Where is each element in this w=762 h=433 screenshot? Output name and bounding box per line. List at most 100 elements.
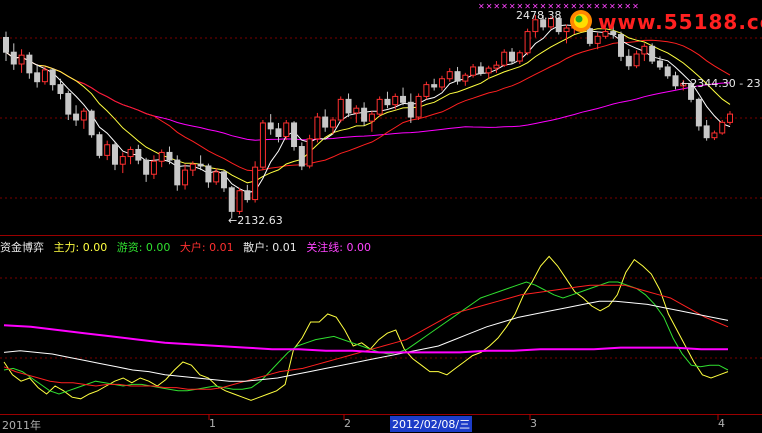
candle-body (143, 159, 150, 175)
candle-body (3, 36, 9, 53)
candle-body (166, 151, 173, 161)
candle-body (213, 171, 220, 183)
candle-body (298, 146, 305, 167)
candle-body (174, 159, 181, 186)
candle-body (259, 122, 266, 168)
ma60-line (5, 51, 731, 141)
xaxis-label-m1: 1 (209, 417, 216, 430)
candle-body (104, 144, 111, 156)
candle-body (470, 66, 477, 76)
candle-body (664, 66, 671, 77)
candle-body (80, 110, 87, 121)
candle-body (438, 78, 445, 88)
indicator-line-关注线 (3, 324, 728, 354)
candle-body (695, 98, 702, 127)
candle-body (150, 160, 157, 175)
candle-body (119, 156, 126, 165)
candle-body (633, 53, 640, 67)
logo-text: www.55188.com (598, 10, 762, 34)
xaxis-label-start: 2011年 (2, 419, 41, 432)
candle-body (446, 71, 453, 80)
candle-body (189, 163, 196, 171)
candle-body (727, 113, 733, 123)
site-logo[interactable]: www.55188.com (568, 8, 762, 34)
candle-body (236, 190, 243, 212)
candle-body (516, 52, 523, 62)
candle-body (57, 84, 64, 94)
xaxis-label-m3: 3 (530, 417, 537, 430)
candle-body (244, 190, 251, 201)
candle-body (524, 31, 531, 54)
legend-sanhu: 散户: 0.01 (243, 241, 297, 254)
low-annotation: ←2132.63 (228, 214, 283, 227)
candle-body (477, 66, 484, 74)
candle-body (135, 148, 142, 161)
candle-body (283, 122, 290, 138)
high-annotation: 2478.38 (516, 9, 562, 22)
xaxis-label-m2: 2 (344, 417, 351, 430)
candle-body (641, 45, 648, 55)
legend-dahu: 大户: 0.01 (179, 241, 234, 254)
candle-body (291, 122, 298, 148)
candle-body (127, 148, 134, 158)
candle-body (501, 51, 508, 66)
candle-body (493, 64, 500, 69)
candle-body (353, 107, 360, 114)
candle-body (205, 165, 212, 183)
candle-body (415, 95, 422, 118)
candle-body (65, 92, 72, 115)
candle-body (376, 98, 383, 115)
candle-body (18, 54, 25, 65)
candle-body (26, 54, 33, 74)
candle-body (703, 125, 710, 139)
candle-body (368, 113, 375, 122)
candle-body (10, 51, 17, 65)
candle-body (252, 166, 259, 201)
indicator-legend: 资金博弈 主力: 0.00 游资: 0.00 大户: 0.01 散户: 0.01… (0, 239, 377, 255)
candle-body (306, 138, 313, 167)
candle-body (594, 35, 601, 44)
candle-body (329, 119, 336, 128)
candle-body (719, 121, 726, 134)
candle-body (485, 67, 492, 74)
candle-body (431, 84, 438, 88)
chart-canvas (0, 15, 762, 420)
candle-body (509, 51, 516, 62)
candle-body (96, 134, 103, 156)
candle-body (656, 60, 663, 68)
candle-body (454, 71, 461, 82)
candle-body (111, 144, 118, 165)
xaxis-label-m4: 4 (718, 417, 725, 430)
legend-guanzhu: 关注线: 0.00 (306, 241, 372, 254)
main-panel (3, 15, 733, 219)
candle-body (275, 128, 282, 138)
candle-body (625, 55, 632, 67)
candle-body (400, 95, 407, 103)
legend-youzi: 游资: 0.00 (116, 241, 171, 254)
candle-body (392, 95, 399, 106)
swirl-icon (570, 10, 592, 32)
candle-body (49, 69, 56, 86)
candle-body (34, 72, 41, 83)
indicator-line-游资 (3, 281, 729, 395)
candle-body (322, 116, 329, 128)
legend-title: 资金博弈 (0, 241, 44, 254)
candle-body (197, 163, 204, 167)
candle-body (314, 116, 321, 140)
legend-zhuli: 主力: 0.00 (53, 241, 108, 254)
ma60-path (5, 51, 731, 141)
candle-body (711, 132, 718, 139)
candle-body (73, 113, 80, 121)
candle-body (649, 45, 656, 62)
candle-body (337, 98, 344, 121)
grid (0, 37, 762, 420)
candle-body (423, 84, 430, 97)
candle-body (384, 98, 391, 106)
last-annotation: ←2344.30 - 23 (681, 77, 761, 90)
candle-body (672, 75, 679, 87)
candle-body (407, 101, 414, 118)
candle-body (345, 98, 352, 114)
candle-body (228, 187, 235, 212)
candle-body (361, 107, 368, 122)
candle-body (462, 74, 469, 82)
